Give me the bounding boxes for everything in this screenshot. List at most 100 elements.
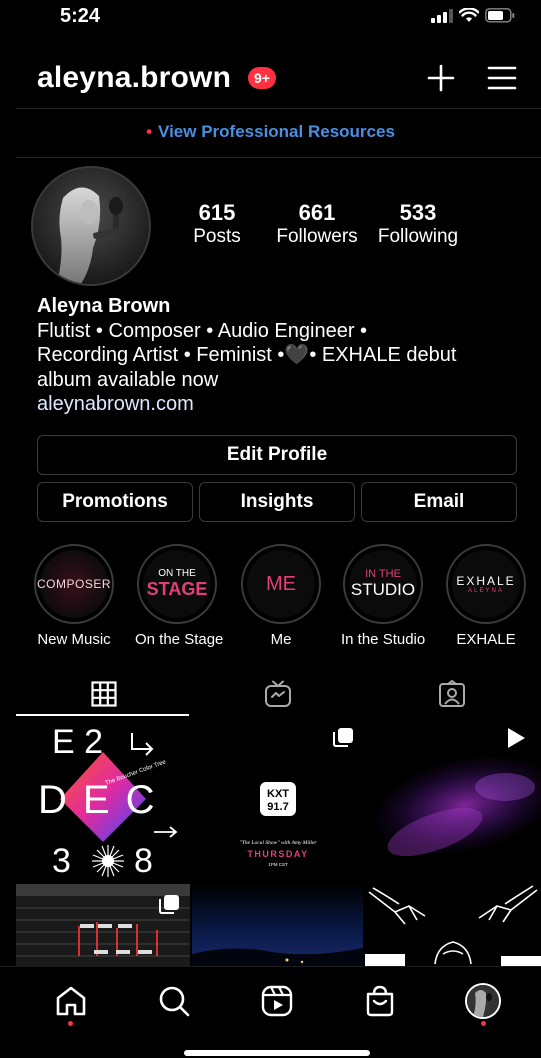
carousel-icon xyxy=(159,895,179,914)
edit-profile-button[interactable]: Edit Profile xyxy=(37,435,517,475)
promotions-button[interactable]: Promotions xyxy=(37,482,193,522)
posts-count[interactable]: 615 Posts xyxy=(187,200,247,248)
post-art-dec: E 2 DEC The Boucher Color Tree 3 8 xyxy=(38,723,178,880)
highlight-cover: COMPOSER xyxy=(34,544,114,624)
profile-activity-dot xyxy=(481,1021,486,1026)
highlight-cover-art: ON THE STAGE xyxy=(143,550,211,618)
username-title[interactable]: aleyna.brown xyxy=(37,61,231,95)
divider xyxy=(16,108,541,109)
avatar-photo xyxy=(467,985,499,1017)
bio-line: Flutist • Composer • Audio Engineer • xyxy=(37,319,368,342)
wifi-icon xyxy=(459,8,479,22)
followers-count-label: Followers xyxy=(276,226,358,247)
post-text: DEC xyxy=(38,778,170,822)
highlight-me[interactable]: ME Me xyxy=(239,544,323,648)
highlight-on-the-stage[interactable]: ON THE STAGE On the Stage xyxy=(135,544,224,648)
tab-igtv[interactable] xyxy=(190,673,365,715)
grid-icon xyxy=(90,681,117,707)
post-time: 1PM CST xyxy=(268,862,288,867)
status-icons xyxy=(431,8,515,23)
highlight-cover: ON THE STAGE xyxy=(137,544,217,624)
post-text: 8 xyxy=(134,842,153,880)
post-show-title: "The Local Show" with Amy Miller xyxy=(239,840,317,846)
highlight-cover-text: ALEYNA xyxy=(468,588,504,594)
followers-count-value: 661 xyxy=(298,200,336,225)
profile-tab-avatar[interactable] xyxy=(465,983,501,1019)
new-dot: • xyxy=(146,122,153,141)
highlight-cover-text: STUDIO xyxy=(350,580,416,599)
battery-icon xyxy=(485,8,515,23)
post-text: E 2 xyxy=(52,723,103,761)
carousel-icon xyxy=(333,728,353,747)
following-count[interactable]: 533 Following xyxy=(372,200,464,248)
tab-tagged[interactable] xyxy=(364,673,539,715)
status-bar: 5:24 xyxy=(0,0,541,40)
home-activity-dot xyxy=(68,1021,73,1026)
post-thumbnail[interactable] xyxy=(365,884,541,966)
tagged-icon xyxy=(438,680,465,707)
posts-count-value: 615 xyxy=(198,200,236,225)
highlight-cover-text: IN THE xyxy=(365,568,401,580)
highlight-cover-art: IN THE STUDIO xyxy=(349,550,417,618)
highlight-cover-text: COMPOSER xyxy=(37,577,112,591)
tab-grid[interactable] xyxy=(16,673,191,715)
highlight-cover-text: ME xyxy=(266,572,296,595)
highlight-cover-text: ON THE xyxy=(158,568,196,579)
highlight-label: Me xyxy=(270,631,292,648)
menu-icon[interactable] xyxy=(487,65,517,91)
highlight-cover-art: EXHALE ALEYNA xyxy=(452,550,520,618)
home-indicator xyxy=(184,1050,370,1056)
highlight-in-the-studio[interactable]: IN THE STUDIO In the Studio xyxy=(341,544,425,648)
highlight-cover-art: ME xyxy=(247,550,315,618)
email-button[interactable]: Email xyxy=(361,482,517,522)
highlight-label: EXHALE xyxy=(456,631,516,648)
highlight-cover: ME xyxy=(241,544,321,624)
highlight-cover-text: STAGE xyxy=(146,579,208,599)
post-day: THURSDAY xyxy=(247,849,308,859)
highlight-cover: EXHALE ALEYNA xyxy=(446,544,526,624)
home-icon[interactable] xyxy=(53,983,89,1019)
highlight-exhale[interactable]: EXHALE ALEYNA EXHALE xyxy=(444,544,528,648)
professional-resources-label: View Professional Resources xyxy=(158,122,395,141)
post-text: 3 xyxy=(52,842,71,880)
profile-bio: Aleyna Brown Flutist • Composer • Audio … xyxy=(37,294,527,417)
post-art-hands xyxy=(365,885,541,966)
status-time: 5:24 xyxy=(60,5,101,27)
post-thumbnail[interactable]: E 2 DEC The Boucher Color Tree 3 8 xyxy=(16,717,190,882)
professional-resources-link[interactable]: • View Professional Resources xyxy=(0,122,541,142)
highlight-label: On the Stage xyxy=(135,631,224,648)
highlight-cover: IN THE STUDIO xyxy=(343,544,423,624)
website-link[interactable]: aleynabrown.com xyxy=(37,392,527,417)
post-thumbnail[interactable] xyxy=(16,884,190,966)
highlight-label: In the Studio xyxy=(341,631,426,648)
post-art-night xyxy=(192,884,363,966)
create-plus-icon[interactable] xyxy=(426,63,456,93)
reels-icon[interactable] xyxy=(259,983,295,1019)
signal-icon xyxy=(431,8,453,23)
igtv-icon xyxy=(264,680,291,707)
highlight-new-music[interactable]: COMPOSER New Music xyxy=(32,544,116,648)
following-count-value: 533 xyxy=(399,200,437,225)
divider xyxy=(16,157,541,158)
post-thumbnail[interactable]: KXT 91.7 "The Local Show" with Amy Mille… xyxy=(192,717,363,882)
profile-avatar[interactable] xyxy=(31,166,151,286)
highlight-cover-text: EXHALE xyxy=(456,574,516,588)
following-count-label: Following xyxy=(377,226,459,247)
reel-play-icon xyxy=(508,728,525,748)
insights-button[interactable]: Insights xyxy=(199,482,355,522)
radio-logo-text: KXT xyxy=(267,788,289,800)
bio-line: Recording Artist • Feminist •🖤• EXHALE d… xyxy=(37,344,457,366)
post-thumbnail[interactable] xyxy=(365,717,541,882)
search-icon[interactable] xyxy=(156,983,192,1019)
highlight-label: New Music xyxy=(37,631,111,648)
post-thumbnail[interactable] xyxy=(192,884,363,966)
avatar-photo xyxy=(33,168,149,284)
notification-badge[interactable]: 9+ xyxy=(248,67,276,89)
display-name: Aleyna Brown xyxy=(37,295,171,317)
highlight-cover-art: COMPOSER xyxy=(37,550,112,618)
bottom-navigation xyxy=(0,966,541,1058)
followers-count[interactable]: 661 Followers xyxy=(270,200,364,248)
bio-line: album available now xyxy=(37,368,219,391)
posts-count-label: Posts xyxy=(193,226,241,247)
shop-icon[interactable] xyxy=(362,983,398,1019)
